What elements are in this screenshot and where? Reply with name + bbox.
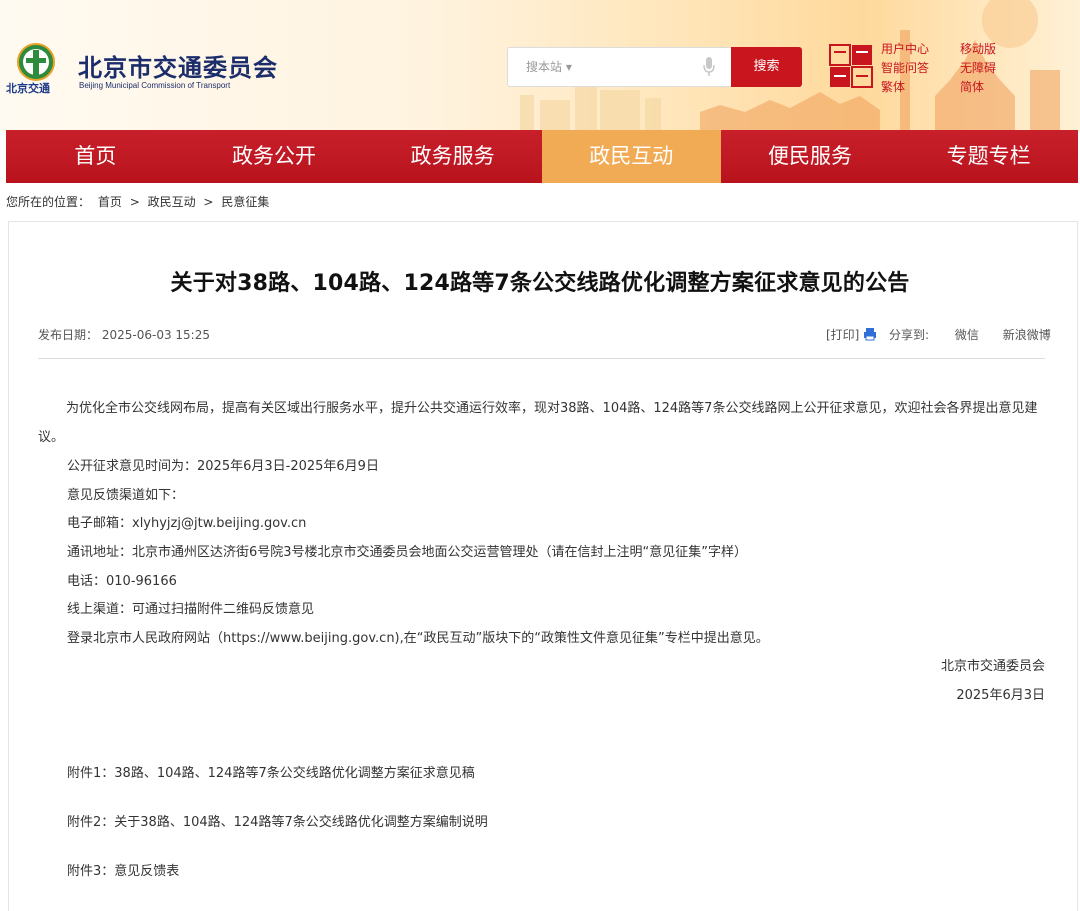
share-wechat-link[interactable]: 微信 [955, 326, 979, 343]
nav-item-public-services[interactable]: 便民服务 [721, 130, 900, 183]
publish-date-label: 发布日期： [38, 328, 99, 342]
attachment-3-link[interactable]: 附件3：意见反馈表 [67, 860, 179, 879]
accessibility-link[interactable]: 无障碍 [960, 59, 996, 76]
feedback-website: 登录北京市人民政府网站（https://www.beijing.gov.cn),… [67, 631, 769, 646]
nav-item-home[interactable]: 首页 [6, 130, 185, 183]
microphone-icon[interactable] [702, 56, 716, 78]
publish-date-value: 2025-06-03 15:25 [101, 328, 210, 342]
print-icon[interactable] [863, 327, 877, 341]
site-title[interactable]: 北京市交通委员会 [78, 48, 278, 83]
breadcrumb-separator: > [129, 195, 140, 209]
publish-date: 发布日期： 2025-06-03 15:25 [38, 326, 210, 343]
nav-item-special-topics[interactable]: 专题专栏 [899, 130, 1078, 183]
site-header: 北京交通 北京市交通委员会 Beijing Municipal Commissi… [0, 0, 1080, 132]
attachment-1-link[interactable]: 附件1：38路、104路、124路等7条公交线路优化调整方案征求意见稿 [67, 762, 475, 781]
nav-item-interaction[interactable]: 政民互动 [541, 130, 721, 183]
user-center-link[interactable]: 用户中心 [881, 40, 929, 57]
feedback-phone: 电话：010-96166 [67, 574, 177, 589]
meta-divider [38, 358, 1045, 359]
breadcrumb-opinion-collection[interactable]: 民意征集 [221, 193, 269, 210]
attachment-2-link[interactable]: 附件2：关于38路、104路、124路等7条公交线路优化调整方案编制说明 [67, 811, 488, 830]
breadcrumb-prefix: 您所在的位置： [6, 195, 91, 209]
consultation-period: 公开征求意见时间为：2025年6月3日-2025年6月9日 [67, 459, 379, 474]
share-weibo-link[interactable]: 新浪微博 [1003, 326, 1051, 343]
breadcrumb-separator: > [203, 195, 214, 209]
breadcrumb: 您所在的位置： 首页 > 政民互动 > 民意征集 [6, 193, 269, 210]
simplified-chinese-link[interactable]: 简体 [960, 78, 984, 95]
main-nav: 首页 政务公开 政务服务 政民互动 便民服务 专题专栏 [6, 130, 1078, 183]
feedback-online: 线上渠道：可通过扫描附件二维码反馈意见 [67, 602, 315, 617]
mobile-version-link[interactable]: 移动版 [960, 40, 996, 57]
share-label: 分享到: [889, 328, 930, 342]
nav-item-gov-affairs-open[interactable]: 政务公开 [185, 130, 364, 183]
article-container [8, 221, 1078, 911]
breadcrumb-interaction[interactable]: 政民互动 [148, 193, 196, 210]
feedback-address: 通讯地址：北京市通州区达济街6号院3号楼北京市交通委员会地面公交运营管理处（请在… [67, 545, 748, 560]
capital-window-logo[interactable] [828, 43, 878, 93]
smart-qa-link[interactable]: 智能问答 [881, 59, 929, 76]
search-button[interactable]: 搜索 [731, 47, 802, 87]
search-input[interactable] [508, 48, 698, 86]
search-box [507, 47, 731, 87]
feedback-channels-heading: 意见反馈渠道如下： [67, 488, 185, 503]
signature-date: 2025年6月3日 [956, 688, 1045, 703]
article-intro: 为优化全市公交线网布局，提高有关区域出行服务水平，提升公共交通运行效率，现对38… [38, 401, 1038, 445]
site-subtitle: Beijing Municipal Commission of Transpor… [79, 81, 231, 90]
nav-item-gov-services[interactable]: 政务服务 [363, 130, 542, 183]
breadcrumb-home[interactable]: 首页 [98, 193, 122, 210]
feedback-email: 电子邮箱：xlyhyjzj@jtw.beijing.gov.cn [67, 516, 307, 531]
print-link[interactable]: [打印] [826, 326, 859, 343]
logo-text: 北京交通 [6, 82, 50, 95]
signature-org: 北京市交通委员会 [940, 659, 1045, 674]
article-title: 关于对38路、104路、124路等7条公交线路优化调整方案征求意见的公告 [170, 271, 910, 296]
traditional-chinese-link[interactable]: 繁体 [881, 78, 905, 95]
article-tools: [打印] 分享到: 微信 新浪微博 [826, 326, 1051, 343]
